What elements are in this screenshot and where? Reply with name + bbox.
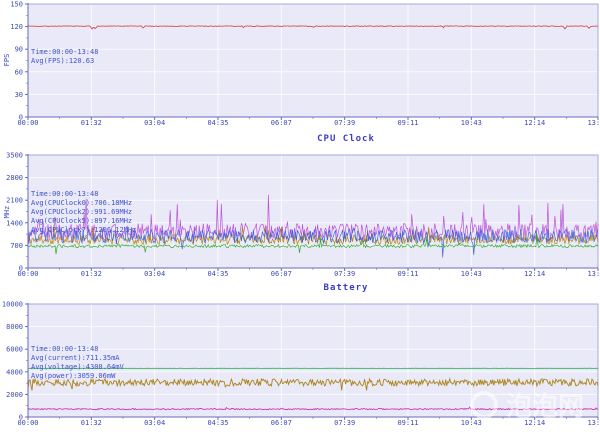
x-tick-label: 12:14: [524, 270, 545, 278]
y-tick-label: 4000: [6, 368, 23, 376]
x-tick-label: 12:14: [524, 419, 545, 427]
x-tick-label: 09:11: [397, 119, 418, 127]
y-tick-label: 700: [10, 242, 23, 250]
fps-chart-panel: 030609012015000:0001:3203:0404:3506:0707…: [0, 0, 600, 130]
y-tick-label: 10000: [2, 301, 23, 309]
annotation-line: Time:00:00-13:48: [31, 345, 124, 354]
x-tick-label: 13:46: [587, 270, 600, 278]
x-tick-label: 04:35: [207, 119, 228, 127]
annotation-line: Avg(CPUClock7):1206.12MHz: [31, 226, 136, 235]
x-tick-label: 13:46: [587, 419, 600, 427]
y-tick-label: 30: [15, 91, 23, 99]
cpu-clock-y-axis-label: MHz: [3, 192, 13, 232]
fps-annotation: Time:00:00-13:48Avg(FPS):120.63: [31, 48, 98, 66]
annotation-line: Avg(CPUClock0):706.18MHz: [31, 199, 136, 208]
x-tick-label: 00:00: [17, 119, 38, 127]
x-tick-label: 10:43: [461, 119, 482, 127]
cpu-clock-annotation: Time:00:00-13:48Avg(CPUClock0):706.18MHz…: [31, 190, 136, 235]
x-tick-label: 09:11: [397, 419, 418, 427]
y-tick-label: 120: [10, 23, 23, 31]
y-tick-label: 8000: [6, 323, 23, 331]
battery-chart-panel: Battery 020004000600080001000000:0001:32…: [0, 280, 600, 440]
annotation-line: Avg(CPUClock2):991.69MHz: [31, 208, 136, 217]
annotation-line: Time:00:00-13:48: [31, 48, 98, 57]
y-tick-label: 150: [10, 1, 23, 9]
y-tick-label: 6000: [6, 346, 23, 354]
y-tick-label: 2800: [6, 174, 23, 182]
annotation-line: Avg(voltage):4300.64mV: [31, 363, 124, 372]
x-tick-label: 13:46: [587, 119, 600, 127]
cpu-clock-chart-panel: CPU Clock 0700140021002800350000:0001:32…: [0, 130, 600, 280]
y-tick-label: 60: [15, 68, 23, 76]
x-tick-label: 10:43: [461, 419, 482, 427]
battery-annotation: Time:00:00-13:48Avg(current):711.35mAAvg…: [31, 345, 124, 381]
x-tick-label: 10:43: [461, 270, 482, 278]
x-tick-label: 12:14: [524, 119, 545, 127]
x-tick-label: 01:32: [81, 270, 102, 278]
x-tick-label: 06:07: [271, 119, 292, 127]
annotation-line: Avg(FPS):120.63: [31, 57, 98, 66]
fps-y-axis-label: FPS: [3, 40, 13, 80]
x-tick-label: 03:04: [144, 419, 165, 427]
x-tick-label: 00:00: [17, 419, 38, 427]
x-tick-label: 00:00: [17, 270, 38, 278]
x-tick-label: 09:11: [397, 270, 418, 278]
x-tick-label: 04:35: [207, 419, 228, 427]
x-tick-label: 07:39: [334, 270, 355, 278]
x-tick-label: 03:04: [144, 270, 165, 278]
x-tick-label: 01:32: [81, 419, 102, 427]
annotation-line: Time:00:00-13:48: [31, 190, 136, 199]
y-tick-label: 2000: [6, 391, 23, 399]
annotation-line: Avg(power):3059.06mW: [31, 372, 124, 381]
x-tick-label: 01:32: [81, 119, 102, 127]
x-tick-label: 06:07: [271, 270, 292, 278]
y-tick-label: 90: [15, 46, 23, 54]
y-tick-label: 3500: [6, 152, 23, 160]
x-tick-label: 04:35: [207, 270, 228, 278]
x-tick-label: 06:07: [271, 419, 292, 427]
performance-dashboard: 030609012015000:0001:3203:0404:3506:0707…: [0, 0, 600, 440]
annotation-line: Avg(CPUClock5):897.16MHz: [31, 217, 136, 226]
x-tick-label: 07:39: [334, 419, 355, 427]
x-tick-label: 03:04: [144, 119, 165, 127]
x-tick-label: 07:39: [334, 119, 355, 127]
plot-area: [28, 4, 598, 117]
annotation-line: Avg(current):711.35mA: [31, 354, 124, 363]
